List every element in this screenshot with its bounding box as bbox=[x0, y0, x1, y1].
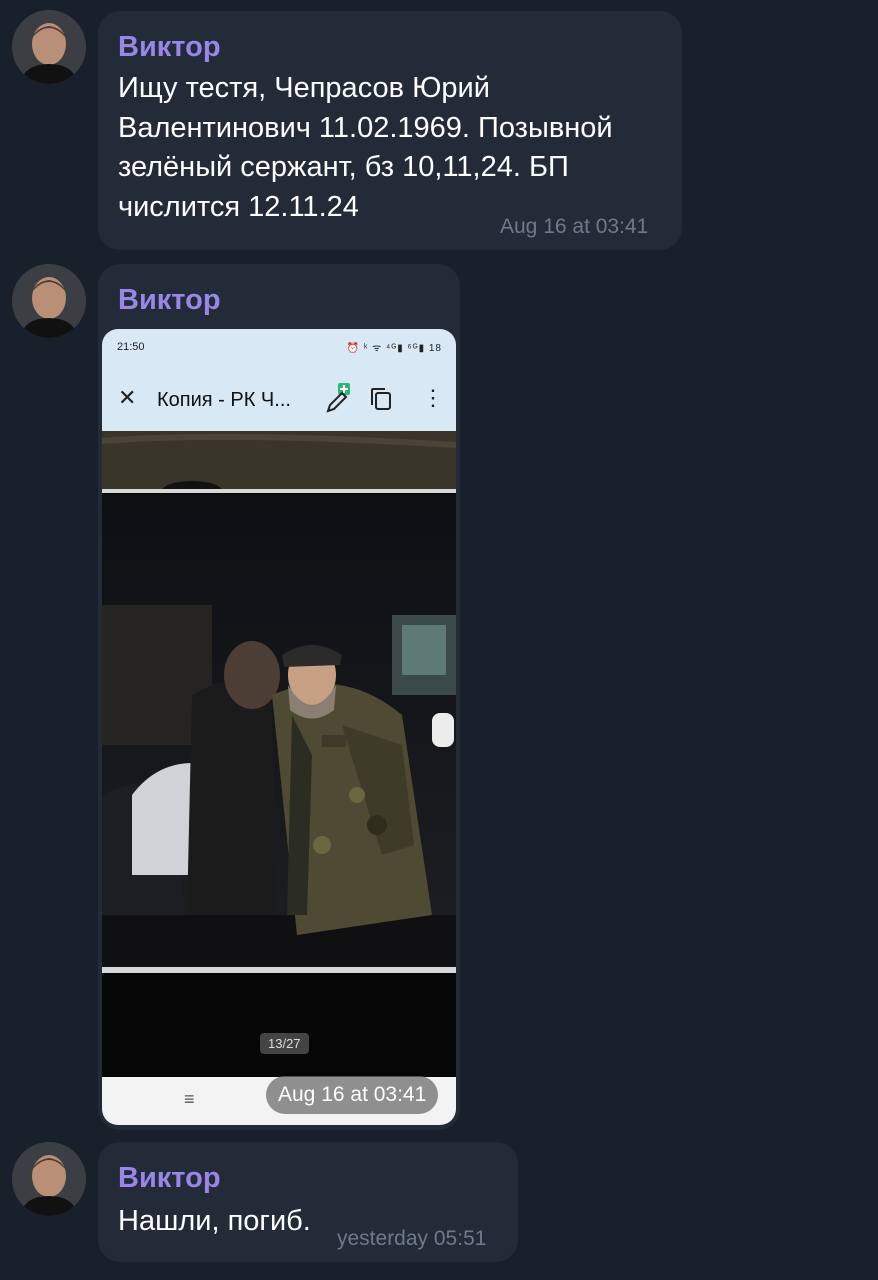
edit-icon[interactable] bbox=[324, 381, 354, 415]
close-icon[interactable]: ✕ bbox=[118, 385, 136, 411]
message-line: зелёный сержант, бз 10,11,24. БП bbox=[118, 151, 569, 183]
page-divider bbox=[102, 489, 456, 493]
menu-icon[interactable]: ≡ bbox=[184, 1089, 195, 1110]
photo-fragment bbox=[102, 431, 456, 501]
message-time: Aug 16 at 03:41 bbox=[500, 215, 649, 238]
message-line: Ищу тестя, Чепрасов Юрий bbox=[118, 72, 490, 104]
message-bubble[interactable]: Виктор Нашли, погиб. yesterday 05:51 bbox=[98, 1142, 518, 1262]
message-text: Ищу тестя, Чепрасов Юрий Валентинович 11… bbox=[118, 69, 613, 227]
message-text: Нашли, погиб. bbox=[118, 1205, 311, 1237]
document-title: Копия - РК Ч... bbox=[157, 389, 291, 411]
scroll-handle[interactable] bbox=[432, 713, 454, 747]
avatar[interactable] bbox=[12, 10, 86, 84]
copy-icon[interactable] bbox=[370, 387, 392, 411]
message-bubble[interactable]: Виктор Ищу тестя, Чепрасов Юрий Валентин… bbox=[98, 11, 682, 250]
message-line: Валентинович 11.02.1969. Позывной bbox=[118, 111, 613, 144]
page-indicator: 13/27 bbox=[260, 1033, 309, 1054]
phone-status-bar: 21:50 ⏰ ᵏ ᯤ ⁴ᴳ▮ ⁶ᴳ▮ 18 bbox=[102, 329, 456, 367]
sender-name[interactable]: Виктор bbox=[118, 31, 221, 64]
viewer-toolbar: ✕ Копия - РК Ч... ⋮ bbox=[102, 367, 456, 431]
avatar[interactable] bbox=[12, 264, 86, 338]
status-time: 21:50 bbox=[117, 341, 145, 353]
avatar[interactable] bbox=[12, 1142, 86, 1216]
status-icons: ⏰ ᵏ ᯤ ⁴ᴳ▮ ⁶ᴳ▮ 18 bbox=[346, 343, 442, 354]
attached-screenshot[interactable]: 21:50 ⏰ ᵏ ᯤ ⁴ᴳ▮ ⁶ᴳ▮ 18 ✕ Копия - РК Ч...… bbox=[102, 329, 456, 1125]
sender-name[interactable]: Виктор bbox=[118, 284, 221, 317]
message-time: Aug 16 at 03:41 bbox=[266, 1076, 439, 1114]
sender-name[interactable]: Виктор bbox=[118, 1162, 221, 1195]
photo-fragment bbox=[102, 973, 456, 1077]
photo[interactable] bbox=[102, 495, 456, 967]
more-icon[interactable]: ⋮ bbox=[422, 385, 444, 411]
message-time: yesterday 05:51 bbox=[337, 1227, 487, 1250]
